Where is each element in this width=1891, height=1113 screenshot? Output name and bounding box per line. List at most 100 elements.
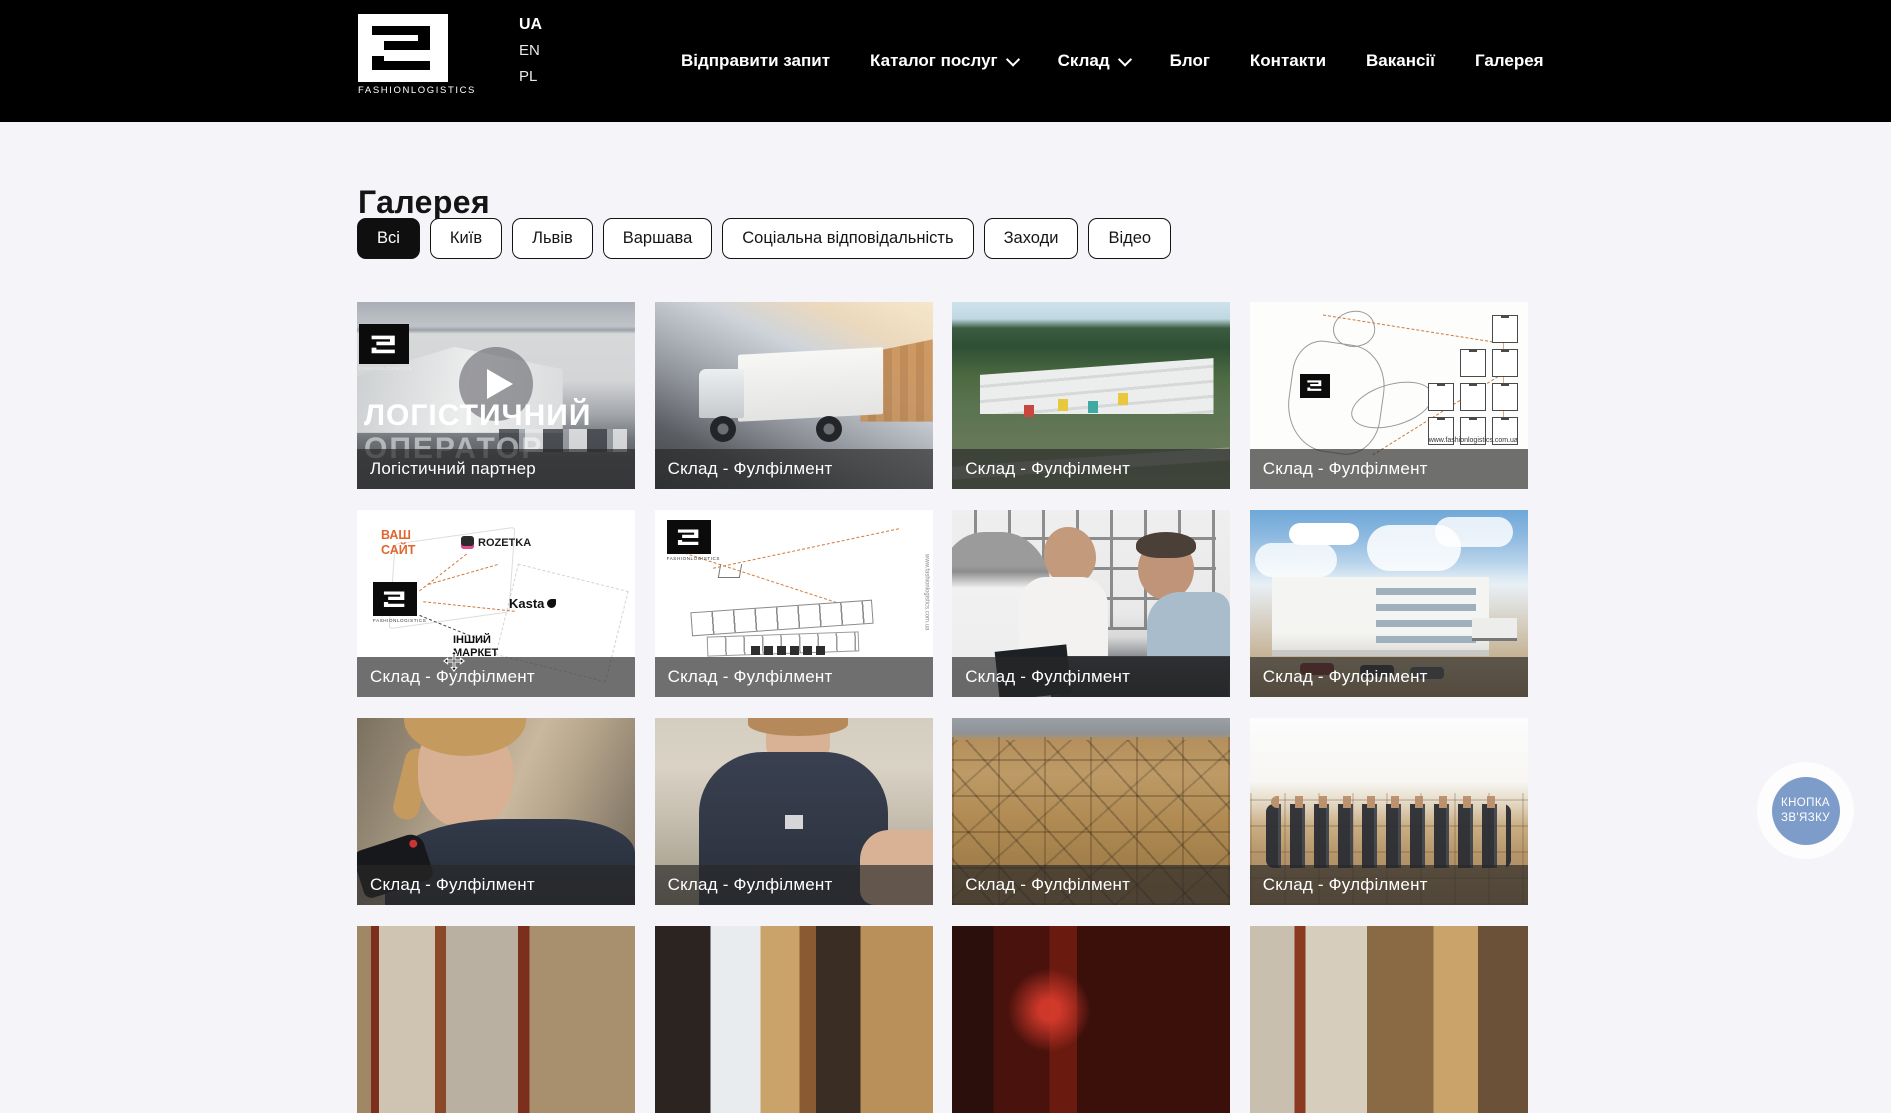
truck-shape xyxy=(1472,618,1516,640)
tile-caption: Склад - Фулфілмент xyxy=(655,449,933,489)
fl-logo-overlay: FASHIONLOGISTICS xyxy=(359,324,409,364)
nav-services-catalog[interactable]: Каталог послуг xyxy=(870,51,1018,71)
nav-label: Контакти xyxy=(1250,51,1326,71)
truck-cab-shape xyxy=(699,369,743,418)
nav-blog[interactable]: Блог xyxy=(1170,51,1210,71)
gallery-item-flow-scheme[interactable]: FASHIONLOGISTICS www.fashionlogistics.co… xyxy=(655,510,933,697)
gallery-item-managers[interactable]: Склад - Фулфілмент xyxy=(952,510,1230,697)
tile-caption: Склад - Фулфілмент xyxy=(1250,449,1528,489)
clouds-shape xyxy=(1289,523,1359,545)
nav-label: Каталог послуг xyxy=(870,51,998,71)
tile-caption: Склад - Фулфілмент xyxy=(357,657,635,697)
gallery-item-marketplace-scheme[interactable]: ВАШ САЙТ ROZETKA Kasta ІНШИЙ МАРКЕТ FASH… xyxy=(357,510,635,697)
logo-brand-text: FASHIONLOGISTICS xyxy=(358,85,448,96)
tile-caption: Склад - Фулфілмент xyxy=(952,657,1230,697)
tile-caption: Склад - Фулфілмент xyxy=(1250,865,1528,905)
gallery-item-campus-aerial[interactable]: Склад - Фулфілмент xyxy=(952,302,1230,489)
nav-vacancies[interactable]: Вакансії xyxy=(1366,51,1435,71)
nav-contacts[interactable]: Контакти xyxy=(1250,51,1326,71)
gallery-item-partial-racking[interactable] xyxy=(357,926,635,1113)
your-site-line2: САЙТ xyxy=(381,543,415,558)
site-logo[interactable]: FASHIONLOGISTICS xyxy=(358,14,448,102)
your-site-line1: ВАШ xyxy=(381,528,415,543)
kasta-bird-icon xyxy=(547,599,556,608)
fl-logo-scheme: FASHIONLOGISTICS xyxy=(373,582,417,616)
team-crowd-shape xyxy=(1266,804,1511,868)
gallery-item-partial-racking-2[interactable] xyxy=(1250,926,1528,1113)
person-head-shape xyxy=(1138,538,1194,600)
fl-logo-on-shirt xyxy=(785,815,803,829)
wheel-shape xyxy=(710,416,736,442)
move-cursor-icon xyxy=(443,650,465,672)
filter-all[interactable]: Всі xyxy=(357,218,420,259)
building-shape xyxy=(1272,577,1489,656)
rozetka-logo: ROZETKA xyxy=(461,536,531,549)
orange-dashed-line xyxy=(713,528,899,568)
fl-logo-scheme: FASHIONLOGISTICS xyxy=(667,520,711,554)
kasta-text: Kasta xyxy=(509,596,544,611)
filter-lviv[interactable]: Львів xyxy=(512,218,593,259)
contact-widget-button[interactable]: КНОПКА ЗВ'ЯЗКУ xyxy=(1772,777,1840,845)
gallery-item-worker-scanner[interactable]: Склад - Фулфілмент xyxy=(357,718,635,905)
tile-caption: Склад - Фулфілмент xyxy=(1250,657,1528,697)
boxes-grid-sketch xyxy=(1428,315,1518,445)
page-title: Галерея xyxy=(358,184,490,221)
gallery-grid: FASHIONLOGISTICS ЛОГІСТИЧНИЙ ОПЕРАТОР Ло… xyxy=(357,302,1528,1113)
nav-label: Галерея xyxy=(1475,51,1544,71)
filter-events[interactable]: Заходи xyxy=(984,218,1079,259)
contact-button-line1: КНОПКА xyxy=(1781,796,1830,811)
filter-kyiv[interactable]: Київ xyxy=(430,218,502,259)
gallery-item-worker-polo[interactable]: Склад - Фулфілмент xyxy=(655,718,933,905)
gallery-item-team[interactable]: Склад - Фулфілмент xyxy=(1250,718,1528,905)
gallery-item-partial-laser[interactable] xyxy=(952,926,1230,1113)
lang-pl[interactable]: PL xyxy=(519,68,542,86)
nav-warehouse[interactable]: Склад xyxy=(1058,51,1130,71)
website-url-vertical-text: www.fashionlogistics.com.ua xyxy=(924,554,930,630)
truck-box-shape xyxy=(738,347,883,422)
tile-caption: Склад - Фулфілмент xyxy=(952,865,1230,905)
tile-caption: Склад - Фулфілмент xyxy=(357,865,635,905)
tile-caption: Склад - Фулфілмент xyxy=(655,865,933,905)
lang-en[interactable]: EN xyxy=(519,42,542,60)
main-nav: Відправити запит Каталог послуг Склад Бл… xyxy=(681,0,1544,122)
rozetka-icon xyxy=(461,536,474,549)
contact-button-line2: ЗВ'ЯЗКУ xyxy=(1781,811,1830,826)
tile-caption: Склад - Фулфілмент xyxy=(952,449,1230,489)
chevron-down-icon xyxy=(1118,53,1132,67)
filter-social-responsibility[interactable]: Соціальна відповідальність xyxy=(722,218,973,259)
gallery-item-worker-sketch[interactable]: www.fashionlogistics.com.ua Склад - Фулф… xyxy=(1250,302,1528,489)
lang-ua[interactable]: UA xyxy=(519,16,542,34)
language-switcher: UA EN PL xyxy=(519,16,542,86)
filter-video[interactable]: Відео xyxy=(1088,218,1171,259)
gallery-item-truck[interactable]: Склад - Фулфілмент xyxy=(655,302,933,489)
play-icon xyxy=(487,369,513,399)
kasta-logo: Kasta xyxy=(509,596,556,611)
gallery-item-warehouse-building[interactable]: Склад - Фулфілмент xyxy=(1250,510,1528,697)
fl-logo-brand-text: FASHIONLOGISTICS xyxy=(373,618,417,623)
nav-label: Блог xyxy=(1170,51,1210,71)
nav-gallery[interactable]: Галерея xyxy=(1475,51,1544,71)
person-head-shape xyxy=(418,718,514,828)
fashionlogistics-logo-icon xyxy=(358,14,448,82)
fl-logo-vest xyxy=(1300,374,1330,398)
buildings-photo-shape xyxy=(980,358,1214,414)
gallery-item-boxes[interactable]: Склад - Фулфілмент xyxy=(952,718,1230,905)
site-header: FASHIONLOGISTICS UA EN PL Відправити зап… xyxy=(0,0,1891,122)
tile-caption: Логістичний партнер xyxy=(357,449,635,489)
nav-label: Склад xyxy=(1058,51,1110,71)
filter-warsaw[interactable]: Варшава xyxy=(603,218,713,259)
rozetka-text: ROZETKA xyxy=(478,537,531,549)
marketplace-icons-row xyxy=(751,646,825,655)
tile-caption: Склад - Фулфілмент xyxy=(655,657,933,697)
your-site-label: ВАШ САЙТ xyxy=(381,528,415,558)
wheel-shape xyxy=(816,416,842,442)
nav-label: Відправити запит xyxy=(681,51,830,71)
gallery-item-partial-worker[interactable] xyxy=(655,926,933,1113)
video-title-line1: ЛОГІСТИЧНИЙ xyxy=(364,399,591,432)
fl-logo-brand-text: FASHIONLOGISTICS xyxy=(667,556,711,561)
nav-send-request[interactable]: Відправити запит xyxy=(681,51,830,71)
contact-widget-halo: КНОПКА ЗВ'ЯЗКУ xyxy=(1757,762,1854,859)
gallery-item-video-partner[interactable]: FASHIONLOGISTICS ЛОГІСТИЧНИЙ ОПЕРАТОР Ло… xyxy=(357,302,635,489)
color-accents-shape xyxy=(1058,399,1068,411)
chevron-down-icon xyxy=(1006,53,1020,67)
